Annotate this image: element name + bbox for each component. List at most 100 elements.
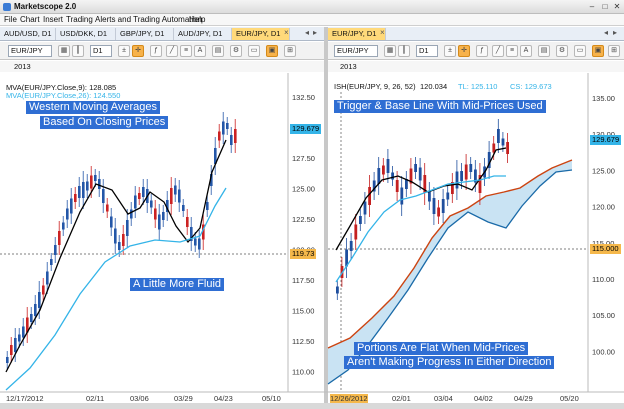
right-date-label: 04/29 [514,394,533,403]
pane-splitter [324,27,328,403]
left-candle [54,245,57,255]
right-banner-top: Trigger & Base Line With Mid-Prices Used [334,100,546,113]
left-banner-top-2: Based On Closing Prices [40,116,169,129]
left-candle [170,188,173,204]
left-candle [22,326,25,338]
right-candle [497,129,500,143]
left-candle [206,202,209,210]
left-candle [34,304,37,316]
right-current-price-tag: 129.679 [590,135,622,145]
right-candle [469,164,473,172]
right-date-label: 04/02 [474,394,493,403]
left-date-label: 04/23 [214,394,233,403]
right-date-label: 05/20 [560,394,579,403]
left-candle [114,228,117,244]
left-candle [82,182,85,198]
right-candle [464,164,468,180]
left-y-tick: 112.50 [292,337,314,346]
left-candle [78,186,81,198]
right-candle [437,207,440,217]
right-candle [349,241,353,251]
right-candle [501,138,505,146]
right-candle [460,171,463,181]
left-candle [158,214,161,230]
left-candle [30,314,33,322]
right-date-label: 02/01 [392,394,411,403]
left-y-tick: 115.00 [292,307,314,316]
left-candle [102,189,105,203]
left-y-tick: 125.00 [292,185,315,194]
left-y-tick: 110.00 [292,368,314,377]
left-candle [154,208,157,220]
left-candle [162,212,165,220]
left-candle [142,187,145,197]
left-candle [74,194,77,202]
right-candle [418,167,422,181]
left-candle [174,185,177,195]
right-tl-label: TL: 125.110 [458,82,498,91]
left-candle [66,208,69,220]
right-y-tick: 120.00 [592,203,615,212]
left-candle [198,238,201,250]
right-candle [359,216,362,224]
left-candle [218,131,221,141]
right-date-label: 12/26/2012 [330,394,368,403]
right-y-tick: 125.00 [592,166,615,175]
left-candle [130,209,133,219]
left-candle [38,292,41,308]
charts-canvas[interactable]: 132.50130.00127.50125.00122.50120.00117.… [0,0,624,409]
left-candle [118,242,121,250]
left-candle [194,238,197,246]
left-candle [138,193,141,199]
status-bar [0,403,624,409]
left-candle [182,205,185,211]
left-candle [42,285,45,295]
left-candle [90,175,93,189]
left-candle [150,200,153,208]
right-y-tick: 100.00 [592,347,615,356]
left-date-label: 05/10 [262,394,281,403]
left-candle [186,217,189,227]
right-candle [414,164,417,172]
right-candle [386,159,390,173]
right-candle [432,198,436,214]
right-y-tick: 110.00 [592,275,614,284]
left-candle [18,334,21,342]
left-candle [10,345,13,355]
left-candle [94,175,97,181]
left-candle [46,271,49,285]
right-cs-label: CS: 129.673 [510,82,552,91]
left-candle [134,195,137,209]
left-candle [86,181,89,191]
left-date-label: 03/29 [174,394,193,403]
left-candle [222,121,225,135]
right-candle [506,142,509,154]
left-y-tick: 127.50 [292,154,315,163]
right-candle [441,199,445,213]
left-candle [58,231,61,245]
right-candle [446,192,450,200]
left-candle [62,222,65,230]
right-banner-bottom-2: Aren't Making Progress In Either Directi… [344,356,555,369]
left-candle [178,189,181,203]
left-candle [234,129,237,143]
right-y-tick: 105.00 [592,311,615,320]
left-candle [226,123,229,129]
left-candle [122,234,125,246]
left-y-tick: 132.50 [292,93,315,102]
right-candle [395,180,399,192]
right-indicator-value: 120.034 [420,82,448,91]
left-candle [14,338,17,352]
right-candle [455,171,459,189]
right-candle [336,286,339,294]
left-date-label: 02/11 [86,394,105,403]
left-date-label: 03/06 [130,394,149,403]
right-y-tick: 135.00 [592,94,615,103]
right-candle [391,172,394,180]
left-mark-price-tag: 119.73 [290,249,317,259]
left-candle [230,135,233,145]
left-y-tick: 122.50 [292,215,315,224]
left-banner-mid: A Little More Fluid [130,278,225,291]
left-y-tick: 117.50 [292,276,314,285]
right-candle [400,187,404,205]
